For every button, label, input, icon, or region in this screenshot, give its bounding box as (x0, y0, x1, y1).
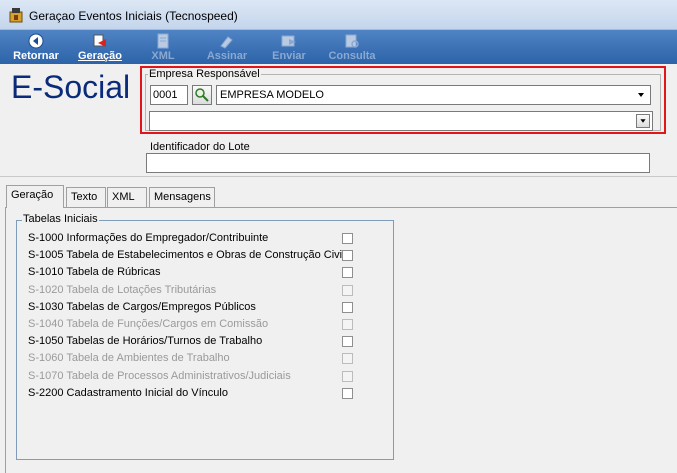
tabela-item-label: S-1030 Tabelas de Cargos/Empregos Públic… (28, 300, 256, 313)
empresa-second-combo[interactable] (149, 111, 653, 131)
geracao-button[interactable]: Geração (72, 30, 128, 64)
tabela-item-label: S-1040 Tabela de Funções/Cargos em Comis… (28, 318, 269, 330)
tabela-item-checkbox[interactable] (342, 233, 353, 244)
assinar-label: Assinar (206, 50, 248, 62)
enviar-label: Enviar (272, 50, 306, 62)
empresa-group: 0001 EMPRESA MODELO (145, 74, 661, 131)
chevron-down-icon (638, 93, 644, 97)
back-arrow-icon (28, 33, 44, 49)
xml-file-icon (157, 33, 169, 49)
tabela-item-checkbox[interactable] (342, 319, 353, 330)
tabela-item-label: S-1060 Tabela de Ambientes de Trabalho (28, 352, 230, 365)
tabela-item-checkbox[interactable] (342, 353, 353, 365)
tabela-item-label: S-1070 Tabela de Processos Administrativ… (28, 369, 291, 382)
consulta-button[interactable]: Consulta (324, 30, 380, 64)
retornar-label: Retornar (13, 50, 59, 62)
send-icon (281, 35, 296, 47)
tab-xml[interactable]: XML (107, 187, 147, 207)
tabelas-legend: Tabelas Iniciais (22, 213, 99, 225)
tabela-item-label: S-1020 Tabela de Lotações Tributárias (28, 283, 217, 296)
tabela-item-checkbox[interactable] (342, 267, 353, 279)
tab-texto[interactable]: Texto (66, 187, 106, 207)
consulta-label: Consulta (328, 50, 376, 62)
tabs-area: Geração Texto XML Mensagens Tabelas Inic… (0, 177, 677, 473)
tabela-item-label: S-1010 Tabela de Rúbricas (28, 266, 161, 279)
retornar-button[interactable]: Retornar (8, 30, 64, 64)
geracao-label: Geração (77, 50, 123, 62)
empresa-name-combo[interactable]: EMPRESA MODELO (216, 85, 651, 105)
tab-mensagens[interactable]: Mensagens (149, 187, 215, 207)
app-icon (9, 8, 23, 23)
tabela-item-checkbox[interactable] (342, 301, 353, 313)
enviar-button[interactable]: Enviar (266, 30, 312, 64)
lote-label: Identificador do Lote (150, 141, 250, 153)
magnifier-icon (195, 88, 209, 102)
tabela-item-checkbox[interactable] (342, 387, 353, 399)
tabela-item-checkbox[interactable] (342, 250, 353, 262)
empresa-code-field[interactable]: 0001 (150, 85, 188, 105)
tabela-item-checkbox[interactable] (342, 336, 353, 348)
xml-button[interactable]: XML (140, 30, 186, 64)
tabela-item-label: S-1050 Tabelas de Horários/Turnos de Tra… (28, 335, 263, 348)
tabela-item-label: S-2200 Cadastramento Inicial do Vínculo (28, 386, 228, 399)
empresa-search-button[interactable] (192, 85, 212, 105)
xml-label: XML (151, 50, 175, 62)
esocial-logo: E-Social (11, 69, 131, 105)
chevron-down-icon (636, 114, 650, 128)
tabela-item-label: S-1005 Tabela de Estabelecimentos e Obra… (28, 249, 345, 262)
lote-input[interactable] (146, 153, 650, 173)
tabela-item-checkbox[interactable] (342, 370, 353, 382)
empresa-legend: Empresa Responsável (148, 68, 261, 80)
window-title: Geraçao Eventos Iniciais (Tecnospeed) (29, 9, 238, 23)
sign-icon (220, 36, 233, 49)
header-panel: E-Social 0001 EMPRESA MODELO Empresa Res… (0, 64, 677, 177)
assinar-button[interactable]: Assinar (200, 30, 254, 64)
tab-geracao[interactable]: Geração (6, 185, 64, 208)
query-icon (345, 34, 359, 48)
title-bar: Geraçao Eventos Iniciais (Tecnospeed) (0, 0, 677, 30)
generate-icon (93, 34, 106, 47)
toolbar: Retornar Geração XML Assinar Enviar Cons… (0, 30, 677, 64)
tabela-item-checkbox[interactable] (342, 284, 353, 296)
empresa-name-value: EMPRESA MODELO (220, 89, 324, 101)
empresa-highlight: 0001 EMPRESA MODELO Empresa Responsável (140, 66, 666, 134)
tabela-item-label: S-1000 Informações do Empregador/Contrib… (28, 232, 269, 244)
